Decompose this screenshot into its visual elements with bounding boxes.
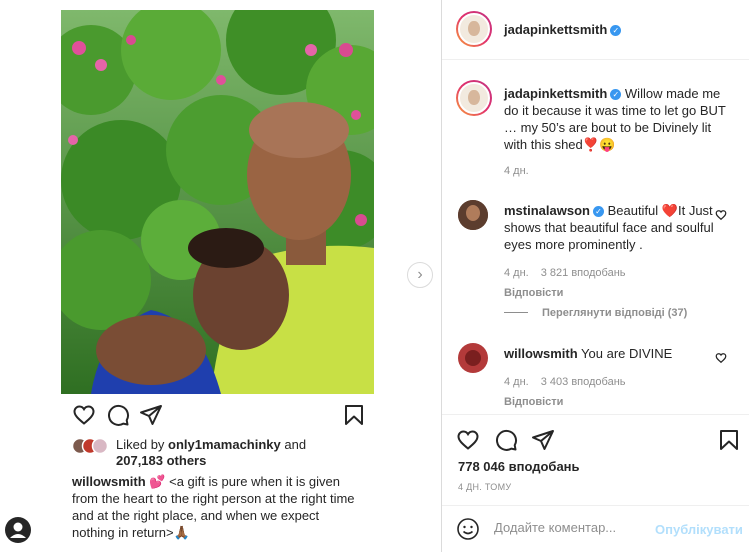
- next-post-button[interactable]: ›: [407, 262, 433, 288]
- caption-emoji: 💕: [149, 474, 166, 489]
- reply-button[interactable]: Відповісти: [504, 285, 730, 302]
- comment-likes[interactable]: 3 821 вподобань: [541, 267, 626, 279]
- publish-button[interactable]: Опублікувати: [655, 522, 743, 537]
- header-avatar[interactable]: [456, 11, 492, 47]
- paper-plane-icon[interactable]: [531, 428, 555, 452]
- liked-by-prefix: Liked by: [116, 437, 169, 452]
- bookmark-icon[interactable]: [342, 403, 366, 427]
- likes-count[interactable]: 778 046 вподобань: [458, 459, 580, 474]
- view-replies-button[interactable]: Переглянути відповіді (37): [504, 307, 687, 319]
- comment-text: Beautiful: [603, 203, 662, 218]
- post-photo[interactable]: [61, 10, 374, 394]
- comment-time[interactable]: 4 дн.: [504, 376, 529, 388]
- post-header: jadapinkettsmith ✓: [442, 0, 749, 60]
- user-silhouette-icon: [10, 522, 26, 538]
- comment-username[interactable]: mstinalawson: [504, 203, 590, 218]
- verified-badge-icon: ✓: [592, 206, 604, 217]
- replies-line: [504, 312, 528, 313]
- comment-icon[interactable]: [494, 428, 518, 452]
- liked-by-and: and: [280, 437, 307, 452]
- post-actions: [72, 403, 363, 427]
- comment-time[interactable]: 4 дн.: [504, 267, 529, 279]
- avatar-image: [458, 343, 488, 373]
- comment-emoji: ❤️: [661, 203, 678, 218]
- comment-text: You are DIVINE: [577, 346, 673, 361]
- caption-end-emoji: 🙏🏾: [173, 525, 190, 540]
- photo-illustration: [61, 10, 374, 394]
- comment-likes[interactable]: 3 403 вподобань: [541, 376, 626, 388]
- bookmark-icon[interactable]: [717, 428, 741, 452]
- caption-comment-time[interactable]: 4 дн.: [504, 165, 529, 177]
- comment-username[interactable]: willowsmith: [504, 346, 578, 361]
- add-comment-bar: Опублікувати: [442, 505, 749, 552]
- commenter-avatar[interactable]: [458, 343, 488, 373]
- caption-username[interactable]: willowsmith: [72, 474, 146, 489]
- profile-avatar[interactable]: [5, 517, 31, 543]
- liked-by-user-link[interactable]: only1mamachinky: [168, 437, 281, 452]
- view-replies-label: Переглянути відповіді (37): [542, 307, 688, 319]
- caption-comment-emojis: ❣️😛: [582, 137, 616, 152]
- comment-input[interactable]: [494, 520, 674, 535]
- paper-plane-icon[interactable]: [139, 403, 163, 427]
- verified-badge-icon: ✓: [610, 25, 622, 36]
- commenter-avatar[interactable]: [458, 200, 488, 230]
- comment-icon[interactable]: [106, 403, 130, 427]
- post-sidebar: jadapinkettsmith ✓ jadapinkettsmith ✓ Will…: [442, 0, 749, 552]
- heart-icon[interactable]: [456, 428, 480, 452]
- post-caption: willowsmith 💕 <a gift is pure when it is…: [72, 473, 362, 541]
- avatar-image: [458, 200, 488, 230]
- comment-heart-icon[interactable]: [715, 209, 727, 221]
- caption-comment-username[interactable]: jadapinkettsmith: [504, 86, 607, 101]
- heart-icon[interactable]: [72, 403, 96, 427]
- liked-by-avatars: [72, 438, 109, 454]
- comment-heart-icon[interactable]: [715, 352, 727, 364]
- reply-button[interactable]: Відповісти: [504, 394, 730, 411]
- post-time[interactable]: 4 ДН. ТОМУ: [458, 482, 511, 492]
- liked-by-others-link[interactable]: 207,183 others: [116, 453, 206, 468]
- smiley-icon[interactable]: [456, 517, 480, 541]
- caption-avatar[interactable]: [456, 80, 492, 116]
- header-username[interactable]: jadapinkettsmith: [504, 22, 607, 37]
- embedded-post: Liked by only1mamachinky and 207,183 oth…: [0, 0, 442, 552]
- chevron-right-icon: ›: [417, 266, 423, 283]
- verified-badge-icon: ✓: [610, 89, 622, 100]
